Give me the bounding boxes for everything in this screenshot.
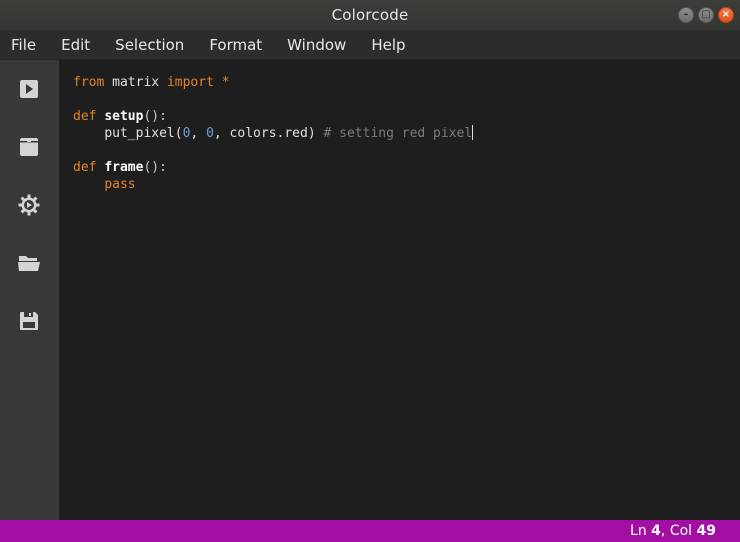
save-button[interactable] — [15, 307, 43, 335]
keyword-import: import — [166, 75, 214, 90]
minimize-button[interactable]: – — [678, 7, 694, 23]
code-line-3: def setup(): — [73, 108, 167, 125]
column-label: , Col — [660, 523, 697, 539]
column-number: 49 — [696, 523, 716, 539]
code-editor[interactable]: from matrix import * def setup(): put_pi… — [59, 60, 740, 520]
settings-icon — [18, 194, 40, 216]
text-cursor — [472, 125, 474, 140]
menu-format[interactable]: Format — [209, 36, 262, 54]
open-folder-icon — [18, 256, 40, 271]
parens: (): — [143, 109, 167, 124]
call-put-pixel: put_pixel( — [104, 126, 183, 141]
window-controls: – □ × — [678, 7, 734, 23]
keyword-from: from — [73, 75, 105, 90]
line-label: Ln — [630, 523, 652, 539]
keyword-def: def — [73, 109, 97, 124]
sidebar — [0, 60, 59, 520]
function-name-setup: setup — [104, 109, 144, 124]
open-folder-button[interactable] — [15, 249, 43, 277]
menu-help[interactable]: Help — [371, 36, 405, 54]
call-args-rest: , colors.red) — [213, 126, 316, 141]
menu-file[interactable]: File — [11, 36, 36, 54]
keyword-def: def — [73, 160, 97, 175]
window-title: Colorcode — [331, 6, 409, 24]
function-name-frame: frame — [104, 160, 144, 175]
import-star: * — [213, 75, 230, 90]
maximize-button[interactable]: □ — [698, 7, 714, 23]
code-line-7: pass — [73, 176, 136, 193]
code-line-4: put_pixel(0, 0, colors.red) # setting re… — [73, 125, 474, 142]
code-line-1: from matrix import * — [73, 74, 230, 91]
code-comment: # setting red pixel — [315, 126, 473, 141]
cursor-position: Ln 4, Col 49 — [630, 523, 716, 539]
settings-button[interactable] — [15, 191, 43, 219]
module-name: matrix — [104, 75, 167, 90]
menu-window[interactable]: Window — [287, 36, 346, 54]
save-icon — [20, 312, 38, 330]
new-file-button[interactable] — [15, 133, 43, 161]
menu-edit[interactable]: Edit — [61, 36, 90, 54]
new-file-icon — [20, 138, 38, 156]
close-button[interactable]: × — [718, 7, 734, 23]
line-number: 4 — [651, 523, 661, 539]
separator: , — [190, 126, 207, 141]
menu-selection[interactable]: Selection — [115, 36, 184, 54]
run-button[interactable] — [15, 75, 43, 103]
menu-bar: File Edit Selection Format Window Help — [0, 30, 740, 60]
title-bar: Colorcode – □ × — [0, 0, 740, 30]
keyword-pass: pass — [104, 177, 136, 192]
parens: (): — [143, 160, 167, 175]
status-bar: Ln 4, Col 49 — [0, 520, 740, 542]
run-icon — [20, 80, 38, 98]
number-literal: 0 — [206, 126, 214, 141]
code-line-6: def frame(): — [73, 159, 167, 176]
